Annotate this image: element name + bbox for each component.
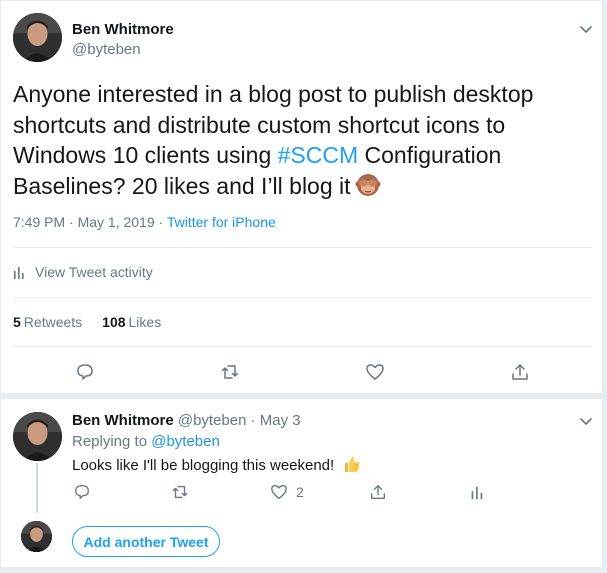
likes-stat[interactable]: 108 Likes (102, 314, 161, 330)
reply-retweet-button[interactable] (171, 483, 189, 501)
likes-label: Likes (128, 314, 162, 330)
reply-share-button[interactable] (369, 483, 387, 501)
reply-like-count: 2 (296, 484, 304, 500)
author-name[interactable]: Ben Whitmore (72, 21, 174, 38)
reply-icon (75, 485, 89, 499)
see-no-evil-monkey-icon (355, 173, 381, 196)
section-separator (1, 393, 604, 399)
replying-to-handle[interactable]: @byteben (151, 433, 220, 450)
tweet-timestamp[interactable]: 7:49 PM · May 1, 2019 · (13, 214, 167, 230)
view-activity-link[interactable]: View Tweet activity (13, 264, 153, 280)
tweet-text: Anyone interested in a blog post to publ… (13, 79, 588, 201)
hashtag-link[interactable]: #SCCM (278, 142, 359, 168)
reply-text: Looks like I'll be blogging this weekend… (72, 454, 362, 474)
divider (13, 297, 592, 298)
analytics-icon (471, 486, 483, 500)
retweet-icon (221, 365, 239, 379)
thread-line (36, 463, 38, 513)
reply-author-name[interactable]: Ben Whitmore (72, 412, 174, 429)
analytics-icon (14, 267, 24, 279)
reply-icon (77, 364, 93, 380)
retweets-count: 5 (13, 314, 21, 330)
share-icon (371, 485, 385, 499)
replying-to: Replying to @byteben (72, 433, 220, 450)
reply-header: Ben Whitmore @byteben · May 3 (72, 412, 301, 429)
reply-text-body: Looks like I'll be blogging this weekend… (72, 457, 335, 474)
author-avatar[interactable] (13, 13, 62, 62)
author-handle[interactable]: @byteben (72, 41, 141, 58)
like-button[interactable] (365, 362, 385, 382)
like-icon (366, 364, 384, 380)
share-button[interactable] (510, 362, 530, 382)
view-activity-label: View Tweet activity (35, 264, 153, 280)
tweet-stats: 5 Retweets 108 Likes (13, 314, 161, 330)
retweets-stat[interactable]: 5 Retweets (13, 314, 82, 330)
add-another-tweet-button[interactable]: Add another Tweet (72, 526, 220, 557)
bottom-separator (1, 567, 604, 573)
reply-author-avatar[interactable] (13, 412, 62, 461)
divider (13, 346, 592, 347)
like-icon (271, 485, 287, 499)
reply-like-button[interactable]: 2 (270, 483, 304, 501)
composer-avatar[interactable] (21, 521, 52, 552)
share-icon (512, 364, 528, 380)
reply-reply-button[interactable] (73, 483, 91, 501)
retweet-icon (172, 485, 188, 499)
likes-count: 108 (102, 314, 126, 330)
tweet-meta: 7:49 PM · May 1, 2019 · Twitter for iPho… (13, 214, 276, 230)
chevron-down-icon[interactable] (578, 21, 594, 37)
reply-button[interactable] (75, 362, 95, 382)
replying-prefix: Replying to (72, 433, 152, 450)
retweets-label: Retweets (23, 314, 83, 330)
reply-analytics-button[interactable] (468, 483, 486, 501)
reply-author-handle[interactable]: @byteben (178, 412, 247, 429)
reply-date[interactable]: · May 3 (246, 412, 301, 429)
tweet-source-link[interactable]: Twitter for iPhone (167, 214, 276, 230)
thumbs-up-icon (345, 456, 360, 472)
divider (13, 247, 592, 248)
tweet-card: Ben Whitmore @byteben Anyone interested … (0, 0, 604, 573)
chevron-down-icon[interactable] (578, 413, 594, 429)
retweet-button[interactable] (220, 362, 240, 382)
